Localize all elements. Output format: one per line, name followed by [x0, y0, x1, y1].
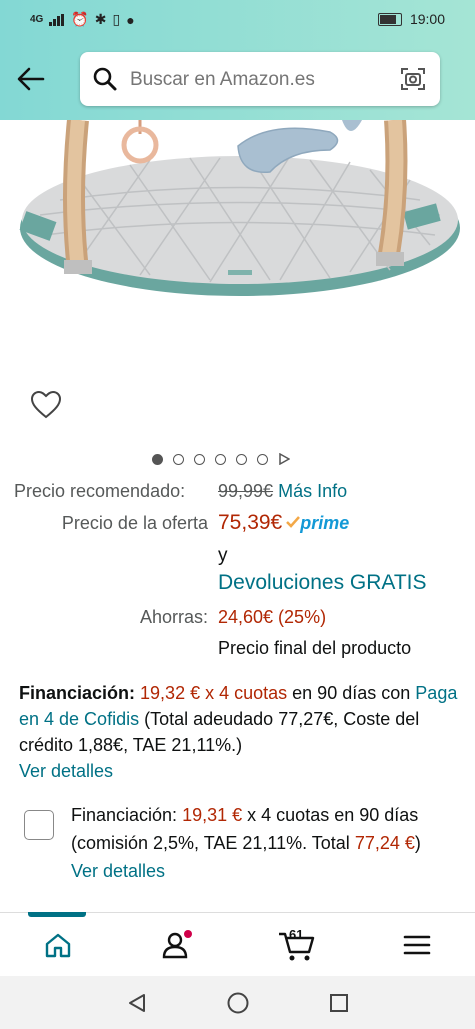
- back-arrow-icon[interactable]: [16, 64, 46, 94]
- search-header: [0, 40, 475, 120]
- financing-period: en 90 días: [292, 683, 377, 703]
- alarm-icon: ⏰: [71, 11, 89, 27]
- financing-option-amount: 19,31 €: [182, 805, 243, 825]
- search-icon: [93, 67, 117, 91]
- network-indicator: 4G: [30, 14, 44, 25]
- carousel-dot[interactable]: [194, 453, 205, 465]
- search-input[interactable]: [128, 52, 402, 108]
- carousel-dot[interactable]: [257, 453, 268, 465]
- savings-label: Ahorras:: [139, 607, 208, 627]
- nav-menu[interactable]: [392, 923, 442, 967]
- system-back-icon[interactable]: [126, 992, 148, 1014]
- menu-icon: [403, 935, 431, 955]
- carousel-dot[interactable]: [236, 453, 247, 465]
- active-tab-indicator: [28, 912, 86, 917]
- recommended-price-row: 99,99€ Más Info: [218, 481, 347, 502]
- heart-icon[interactable]: [30, 390, 62, 420]
- financing-option-closing: ): [414, 833, 421, 853]
- financing-amount: 19,32 € x 4 cuotas: [140, 683, 288, 703]
- signal-icon: [49, 13, 65, 26]
- bottom-nav: 61: [0, 912, 475, 977]
- financing-option-prefix: Financiación:: [71, 805, 178, 825]
- financing-option-details-link[interactable]: Ver detalles: [71, 861, 165, 881]
- savings-value: 24,60€ (25%): [218, 607, 327, 627]
- carousel-dot-active[interactable]: [152, 453, 163, 465]
- prime-label: prime: [300, 513, 350, 533]
- system-home-icon[interactable]: [226, 991, 250, 1015]
- financing-checkbox[interactable]: [24, 810, 54, 840]
- offer-price-label: Precio de la oferta: [61, 513, 208, 533]
- free-returns-link[interactable]: Devoluciones GRATIS: [218, 571, 427, 595]
- carousel-dots[interactable]: [152, 453, 290, 465]
- offer-price-value: 75,39€: [218, 511, 283, 534]
- cart-count: 61: [289, 927, 304, 942]
- recommended-price-label: Precio recomendado:: [14, 481, 186, 501]
- camera-search-icon[interactable]: [400, 66, 426, 92]
- prime-check-icon: [286, 516, 301, 528]
- carousel-dot[interactable]: [215, 453, 226, 465]
- more-info-link[interactable]: Más Info: [278, 481, 347, 501]
- play-video-icon[interactable]: [278, 453, 290, 465]
- nav-cart[interactable]: 61: [272, 923, 322, 967]
- nav-account[interactable]: [152, 923, 202, 967]
- financing-details-link[interactable]: Ver detalles: [19, 761, 113, 781]
- financing-option-total: 77,24 €: [354, 833, 415, 853]
- clock: 19:00: [409, 11, 445, 27]
- financing-block: Financiación: 19,32 € x 4 cuotas en 90 d…: [19, 680, 459, 784]
- status-bar: 4G ⏰ ✱ ▯ ● 19:00: [0, 0, 475, 40]
- product-image[interactable]: [0, 120, 475, 380]
- offer-price-row: 75,39€ prime: [218, 511, 349, 535]
- battery-icon: [377, 12, 402, 26]
- and-text: y: [218, 545, 228, 566]
- final-price-note: Precio final del producto: [218, 638, 412, 658]
- nav-home[interactable]: [33, 923, 83, 967]
- home-icon: [45, 933, 71, 958]
- financing-with-text: con: [381, 683, 411, 703]
- vibrate-icon: ▯: [112, 11, 121, 27]
- financing-option: Financiación: 19,31 € x 4 cuotas en 90 d…: [71, 801, 441, 885]
- prime-badge: prime: [286, 513, 349, 534]
- carousel-dot[interactable]: [173, 453, 184, 465]
- financing-title: Financiación:: [19, 683, 136, 703]
- account-icon: [162, 930, 192, 959]
- bluetooth-icon: ✱: [94, 11, 107, 27]
- recommended-price-value: 99,99€: [218, 481, 274, 501]
- system-nav-bar: [0, 976, 475, 1029]
- search-box[interactable]: [80, 52, 440, 108]
- system-recents-icon[interactable]: [328, 992, 350, 1014]
- app-icon: ●: [126, 11, 135, 28]
